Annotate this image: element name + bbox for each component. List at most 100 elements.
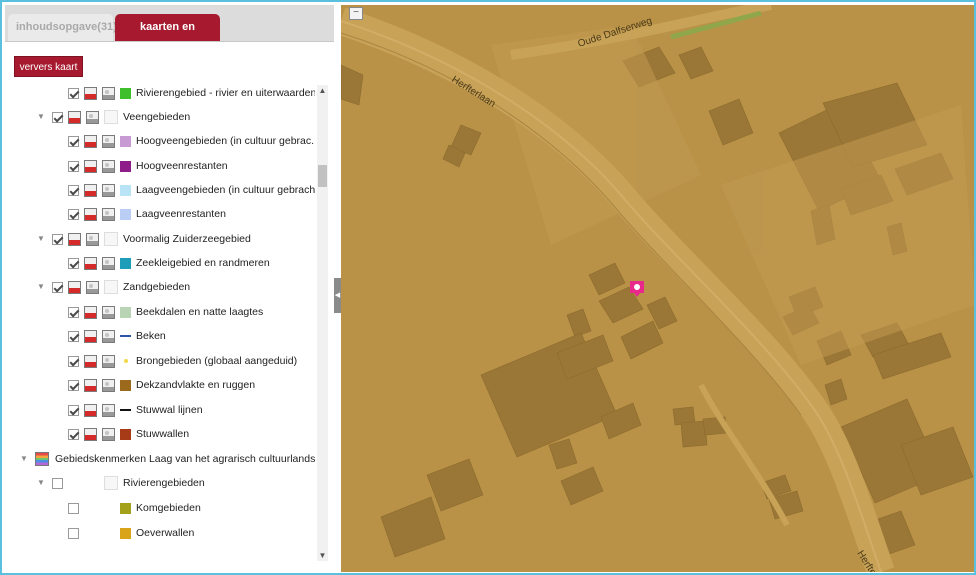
- tree-row[interactable]: Zeekleigebied en randmeren: [68, 253, 270, 273]
- legend-swatch: [120, 257, 131, 269]
- layer-label: Zeekleigebied en randmeren: [136, 257, 270, 269]
- tab-kaarten-en-legenda[interactable]: kaarten en legenda: [115, 14, 220, 60]
- expand-toggle-icon[interactable]: ▼: [36, 282, 46, 292]
- layer-style-icon[interactable]: [84, 256, 97, 270]
- layer-image-icon[interactable]: [102, 207, 115, 221]
- layer-checkbox[interactable]: [68, 135, 79, 147]
- layer-checkbox[interactable]: [52, 233, 63, 245]
- layer-image-icon[interactable]: [86, 280, 99, 294]
- tree-row[interactable]: Laagveengebieden (in cultuur gebracht): [68, 180, 315, 200]
- layer-checkbox[interactable]: [68, 208, 79, 220]
- legend-swatch: [120, 160, 131, 172]
- layer-checkbox[interactable]: [68, 428, 79, 440]
- layer-style-icon[interactable]: [84, 403, 97, 417]
- layer-checkbox[interactable]: [68, 379, 79, 391]
- layer-image-icon[interactable]: [102, 305, 115, 319]
- tree-row[interactable]: ▼ Veengebieden: [36, 107, 190, 127]
- layer-checkbox[interactable]: [68, 502, 79, 514]
- layer-image-icon[interactable]: [102, 354, 115, 368]
- layer-checkbox[interactable]: [52, 281, 63, 293]
- tree-row[interactable]: Rivierengebied - rivier en uiterwaarden: [68, 83, 315, 103]
- legend-swatch: [104, 476, 118, 490]
- building: [560, 466, 604, 506]
- layer-style-icon[interactable]: [84, 305, 97, 319]
- zoom-out-button[interactable]: −: [349, 7, 363, 20]
- layer-checkbox[interactable]: [68, 87, 79, 99]
- layer-style-icon[interactable]: [84, 207, 97, 221]
- layer-image-icon[interactable]: [102, 256, 115, 270]
- layer-style-icon[interactable]: [84, 329, 97, 343]
- layer-image-icon[interactable]: [102, 329, 115, 343]
- layer-image-icon[interactable]: [102, 403, 115, 417]
- layer-image-icon[interactable]: [102, 134, 115, 148]
- layer-label: Gebiedskenmerken Laag van het agrarisch …: [55, 453, 315, 465]
- tree-row[interactable]: Dekzandvlakte en ruggen: [68, 375, 255, 395]
- building: [620, 320, 664, 360]
- building: [588, 262, 626, 296]
- layer-panel: inhoudsopgave(31) kaarten en legenda ver…: [5, 5, 334, 572]
- layer-checkbox[interactable]: [68, 527, 79, 539]
- layer-style-icon[interactable]: [84, 354, 97, 368]
- layer-checkbox[interactable]: [52, 477, 63, 489]
- scroll-thumb[interactable]: [318, 165, 327, 187]
- tree-row[interactable]: ▼ Voormalig Zuiderzeegebied: [36, 229, 251, 249]
- layer-checkbox[interactable]: [68, 355, 79, 367]
- layer-style-icon[interactable]: [84, 86, 97, 100]
- legend-swatch: [124, 359, 128, 363]
- tree-row[interactable]: Komgebieden: [68, 498, 201, 518]
- layer-label: Laagveenrestanten: [136, 208, 226, 220]
- expand-toggle-icon[interactable]: ▼: [19, 454, 29, 464]
- legend-swatch: [120, 184, 131, 196]
- layer-image-icon[interactable]: [102, 427, 115, 441]
- expand-toggle-icon[interactable]: ▼: [36, 478, 46, 488]
- layer-checkbox[interactable]: [52, 111, 63, 123]
- tree-row[interactable]: Laagveenrestanten: [68, 204, 226, 224]
- legend-swatch: [120, 527, 131, 539]
- layer-style-icon[interactable]: [68, 280, 81, 294]
- layer-checkbox[interactable]: [68, 404, 79, 416]
- tree-scrollbar[interactable]: ▲ ▼: [317, 85, 328, 561]
- layer-checkbox[interactable]: [68, 306, 79, 318]
- layer-style-icon[interactable]: [84, 134, 97, 148]
- tree-row[interactable]: Stuwwallen: [68, 424, 189, 444]
- layer-checkbox[interactable]: [68, 257, 79, 269]
- tree-row[interactable]: Beken: [68, 326, 166, 346]
- tab-inhoudsopgave[interactable]: inhoudsopgave(31): [8, 14, 117, 41]
- layer-checkbox[interactable]: [68, 184, 79, 196]
- expand-toggle-icon[interactable]: ▼: [36, 234, 46, 244]
- layer-checkbox[interactable]: [68, 330, 79, 342]
- layer-style-icon[interactable]: [84, 427, 97, 441]
- layer-style-icon[interactable]: [68, 232, 81, 246]
- layer-style-icon[interactable]: [84, 183, 97, 197]
- tree-row[interactable]: Hoogveenrestanten: [68, 156, 228, 176]
- layer-image-icon[interactable]: [86, 232, 99, 246]
- tree-row[interactable]: Oeverwallen: [68, 523, 194, 543]
- legend-swatch: [120, 428, 131, 440]
- map-view[interactable]: Oude Dalfserweg Herfterlaan Herfte −: [341, 5, 974, 572]
- collapse-panel-handle[interactable]: ◀: [334, 278, 341, 313]
- building: [708, 98, 754, 146]
- refresh-map-button[interactable]: ververs kaart: [14, 56, 83, 77]
- tree-row[interactable]: ▼ Rivierengebieden: [36, 473, 205, 493]
- layer-checkbox[interactable]: [68, 160, 79, 172]
- legend-swatch: [120, 135, 131, 147]
- tree-row[interactable]: ▼ Gebiedskenmerken Laag van het agrarisch…: [19, 449, 315, 469]
- tree-row[interactable]: ▼ Zandgebieden: [36, 277, 190, 297]
- building: [824, 378, 848, 406]
- expand-toggle-icon[interactable]: ▼: [36, 112, 46, 122]
- scroll-up-icon[interactable]: ▲: [317, 85, 328, 96]
- tree-row[interactable]: Stuwwal lijnen: [68, 400, 203, 420]
- layer-image-icon[interactable]: [86, 110, 99, 124]
- layer-style-icon[interactable]: [84, 159, 97, 173]
- layer-image-icon[interactable]: [102, 159, 115, 173]
- tree-row[interactable]: Hoogveengebieden (in cultuur gebrac...: [68, 131, 315, 151]
- layer-style-icon[interactable]: [68, 110, 81, 124]
- tree-row[interactable]: Beekdalen en natte laagtes: [68, 302, 263, 322]
- layer-image-icon[interactable]: [102, 378, 115, 392]
- tree-row[interactable]: Brongebieden (globaal aangeduid): [68, 351, 297, 371]
- layer-label: Beken: [136, 330, 166, 342]
- layer-style-icon[interactable]: [84, 378, 97, 392]
- scroll-down-icon[interactable]: ▼: [317, 550, 328, 561]
- layer-image-icon[interactable]: [102, 183, 115, 197]
- layer-image-icon[interactable]: [102, 86, 115, 100]
